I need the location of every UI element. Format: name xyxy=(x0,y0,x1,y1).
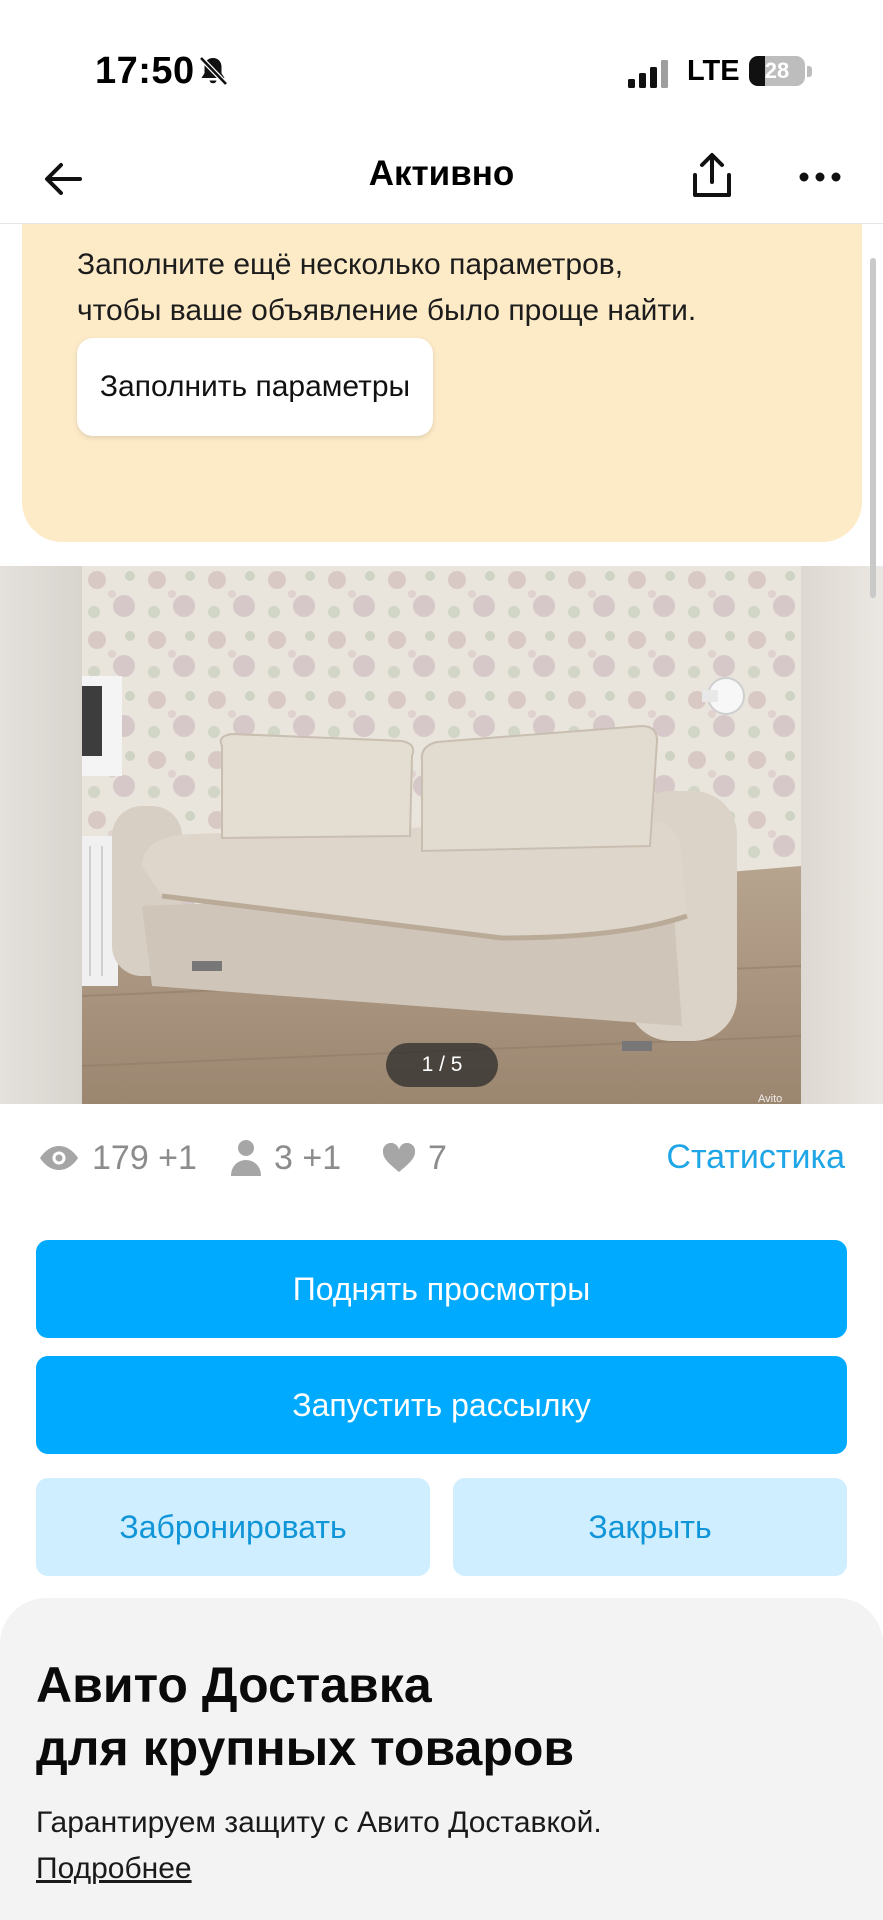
start-mailing-button[interactable]: Запустить рассылку xyxy=(36,1356,847,1454)
raise-views-button[interactable]: Поднять просмотры xyxy=(36,1240,847,1338)
views-count: 179 +1 xyxy=(92,1138,197,1177)
battery-tip xyxy=(807,66,812,77)
status-bar: 17:50 LTE 28 xyxy=(0,0,883,140)
fill-params-button[interactable]: Заполнить параметры xyxy=(77,338,433,436)
eye-icon xyxy=(40,1146,78,1170)
stats-row: 179 +1 3 +1 7 Статистика xyxy=(0,1114,883,1204)
content-scroll[interactable]: Заполните ещё несколько параметров, чтоб… xyxy=(0,224,883,1920)
contacts-stat: 3 +1 xyxy=(230,1136,341,1180)
banner-text: Заполните ещё несколько параметров, чтоб… xyxy=(77,242,837,334)
network-label: LTE xyxy=(687,55,740,87)
delivery-title-line1: Авито Доставка xyxy=(36,1657,432,1713)
delivery-text: Гарантируем защиту с Авито Доставкой. xyxy=(36,1806,602,1839)
fill-params-banner: Заполните ещё несколько параметров, чтоб… xyxy=(22,224,862,542)
delivery-title-line2: для крупных товаров xyxy=(36,1720,575,1776)
views-stat: 179 +1 xyxy=(38,1136,197,1180)
signal-icon xyxy=(628,60,668,88)
share-icon[interactable] xyxy=(688,150,736,202)
gallery-next-peek xyxy=(801,566,883,1104)
delivery-more-link[interactable]: Подробнее xyxy=(36,1852,192,1886)
photo-counter: 1 / 5 xyxy=(386,1043,498,1087)
scroll-indicator xyxy=(870,258,876,598)
battery-icon: 28 xyxy=(749,56,805,86)
banner-text-line2: чтобы ваше объявление было проще найти. xyxy=(77,294,697,327)
heart-icon xyxy=(382,1143,416,1172)
more-icon[interactable] xyxy=(796,162,844,192)
delivery-title: Авито Доставка для крупных товаров xyxy=(36,1654,856,1780)
favorites-count: 7 xyxy=(428,1138,447,1177)
gallery-prev-peek xyxy=(0,566,82,1104)
battery-text: 28 xyxy=(764,58,790,83)
contacts-count: 3 +1 xyxy=(274,1138,342,1177)
reserve-button[interactable]: Забронировать xyxy=(36,1478,430,1576)
photo-gallery[interactable] xyxy=(0,566,883,1104)
status-time: 17:50 xyxy=(95,50,195,92)
photo-watermark: Avito xyxy=(758,1093,783,1105)
favorites-stat: 7 xyxy=(382,1136,447,1180)
avito-delivery-card: Авито Доставка для крупных товаров Гаран… xyxy=(0,1598,883,1920)
listing-photo[interactable] xyxy=(82,566,801,1104)
banner-text-line1: Заполните ещё несколько параметров, xyxy=(77,248,624,281)
bell-muted-icon xyxy=(199,56,228,86)
statistics-link[interactable]: Статистика xyxy=(666,1138,845,1177)
page-title: Активно xyxy=(368,154,515,193)
close-listing-button[interactable]: Закрыть xyxy=(453,1478,847,1576)
person-icon xyxy=(231,1140,261,1176)
nav-bar: Активно xyxy=(0,140,883,224)
